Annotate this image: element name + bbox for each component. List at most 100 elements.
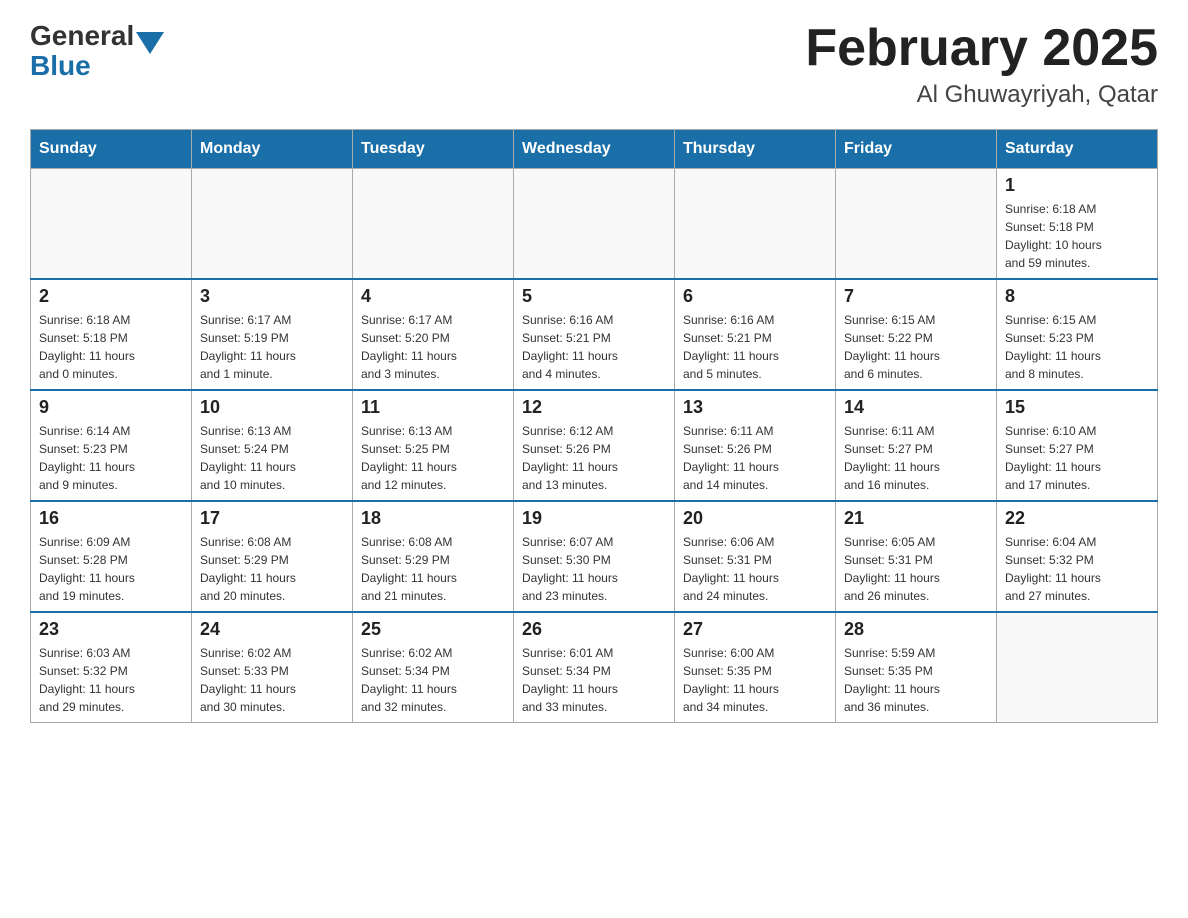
day-number: 15 [1005, 397, 1149, 418]
calendar-cell [997, 612, 1158, 723]
calendar-cell: 13 Sunrise: 6:11 AM Sunset: 5:26 PM Dayli… [675, 390, 836, 501]
calendar-cell: 17 Sunrise: 6:08 AM Sunset: 5:29 PM Dayli… [192, 501, 353, 612]
calendar-week-1: 1 Sunrise: 6:18 AM Sunset: 5:18 PM Daylig… [31, 169, 1158, 280]
calendar-cell [353, 169, 514, 280]
day-number: 1 [1005, 175, 1149, 196]
day-info: Sunrise: 6:05 AM Sunset: 5:31 PM Dayligh… [844, 533, 988, 605]
day-number: 27 [683, 619, 827, 640]
calendar-cell: 1 Sunrise: 6:18 AM Sunset: 5:18 PM Daylig… [997, 169, 1158, 280]
day-info: Sunrise: 6:08 AM Sunset: 5:29 PM Dayligh… [200, 533, 344, 605]
calendar-cell: 9 Sunrise: 6:14 AM Sunset: 5:23 PM Daylig… [31, 390, 192, 501]
day-number: 20 [683, 508, 827, 529]
day-number: 28 [844, 619, 988, 640]
calendar-cell [675, 169, 836, 280]
calendar-cell: 12 Sunrise: 6:12 AM Sunset: 5:26 PM Dayli… [514, 390, 675, 501]
day-number: 23 [39, 619, 183, 640]
calendar-cell: 5 Sunrise: 6:16 AM Sunset: 5:21 PM Daylig… [514, 279, 675, 390]
calendar-cell [31, 169, 192, 280]
day-number: 2 [39, 286, 183, 307]
day-number: 8 [1005, 286, 1149, 307]
day-number: 18 [361, 508, 505, 529]
calendar-header-row: Sunday Monday Tuesday Wednesday Thursday… [31, 130, 1158, 169]
day-info: Sunrise: 6:08 AM Sunset: 5:29 PM Dayligh… [361, 533, 505, 605]
calendar-cell: 23 Sunrise: 6:03 AM Sunset: 5:32 PM Dayli… [31, 612, 192, 723]
day-number: 4 [361, 286, 505, 307]
day-info: Sunrise: 6:11 AM Sunset: 5:27 PM Dayligh… [844, 422, 988, 494]
calendar-cell: 24 Sunrise: 6:02 AM Sunset: 5:33 PM Dayli… [192, 612, 353, 723]
calendar-cell: 2 Sunrise: 6:18 AM Sunset: 5:18 PM Daylig… [31, 279, 192, 390]
header-friday: Friday [836, 130, 997, 169]
day-number: 13 [683, 397, 827, 418]
day-number: 14 [844, 397, 988, 418]
header-tuesday: Tuesday [353, 130, 514, 169]
day-info: Sunrise: 6:16 AM Sunset: 5:21 PM Dayligh… [522, 311, 666, 383]
day-info: Sunrise: 6:15 AM Sunset: 5:23 PM Dayligh… [1005, 311, 1149, 383]
day-number: 10 [200, 397, 344, 418]
day-info: Sunrise: 6:07 AM Sunset: 5:30 PM Dayligh… [522, 533, 666, 605]
day-number: 12 [522, 397, 666, 418]
logo-general-text: General [30, 20, 134, 52]
day-number: 17 [200, 508, 344, 529]
logo-blue-text: Blue [30, 50, 164, 82]
calendar-week-3: 9 Sunrise: 6:14 AM Sunset: 5:23 PM Daylig… [31, 390, 1158, 501]
calendar-table: Sunday Monday Tuesday Wednesday Thursday… [30, 129, 1158, 723]
calendar-cell: 7 Sunrise: 6:15 AM Sunset: 5:22 PM Daylig… [836, 279, 997, 390]
calendar-week-4: 16Sunrise: 6:09 AM Sunset: 5:28 PM Dayli… [31, 501, 1158, 612]
calendar-cell: 26 Sunrise: 6:01 AM Sunset: 5:34 PM Dayli… [514, 612, 675, 723]
day-info: Sunrise: 6:12 AM Sunset: 5:26 PM Dayligh… [522, 422, 666, 494]
day-number: 26 [522, 619, 666, 640]
calendar-cell [192, 169, 353, 280]
day-info: Sunrise: 6:02 AM Sunset: 5:33 PM Dayligh… [200, 644, 344, 716]
calendar-cell: 4Sunrise: 6:17 AM Sunset: 5:20 PM Daylig… [353, 279, 514, 390]
header-saturday: Saturday [997, 130, 1158, 169]
day-number: 25 [361, 619, 505, 640]
calendar-week-5: 23 Sunrise: 6:03 AM Sunset: 5:32 PM Dayli… [31, 612, 1158, 723]
day-info: Sunrise: 6:16 AM Sunset: 5:21 PM Dayligh… [683, 311, 827, 383]
day-info: Sunrise: 6:18 AM Sunset: 5:18 PM Dayligh… [39, 311, 183, 383]
day-info: Sunrise: 6:03 AM Sunset: 5:32 PM Dayligh… [39, 644, 183, 716]
calendar-subtitle: Al Ghuwayriyah, Qatar [805, 81, 1158, 109]
day-number: 7 [844, 286, 988, 307]
calendar-cell: 25 Sunrise: 6:02 AM Sunset: 5:34 PM Dayli… [353, 612, 514, 723]
day-info: Sunrise: 6:02 AM Sunset: 5:34 PM Dayligh… [361, 644, 505, 716]
calendar-cell [514, 169, 675, 280]
day-number: 24 [200, 619, 344, 640]
calendar-cell: 22Sunrise: 6:04 AM Sunset: 5:32 PM Dayli… [997, 501, 1158, 612]
calendar-cell: 20Sunrise: 6:06 AM Sunset: 5:31 PM Dayli… [675, 501, 836, 612]
day-number: 21 [844, 508, 988, 529]
calendar-cell: 11 Sunrise: 6:13 AM Sunset: 5:25 PM Dayli… [353, 390, 514, 501]
day-info: Sunrise: 6:04 AM Sunset: 5:32 PM Dayligh… [1005, 533, 1149, 605]
calendar-cell: 16Sunrise: 6:09 AM Sunset: 5:28 PM Dayli… [31, 501, 192, 612]
day-number: 9 [39, 397, 183, 418]
day-number: 19 [522, 508, 666, 529]
day-number: 6 [683, 286, 827, 307]
calendar-cell: 21 Sunrise: 6:05 AM Sunset: 5:31 PM Dayli… [836, 501, 997, 612]
logo: General Blue [30, 20, 164, 82]
day-number: 3 [200, 286, 344, 307]
day-info: Sunrise: 6:01 AM Sunset: 5:34 PM Dayligh… [522, 644, 666, 716]
page-header: General Blue February 2025 Al Ghuwayriya… [30, 20, 1158, 109]
day-info: Sunrise: 6:11 AM Sunset: 5:26 PM Dayligh… [683, 422, 827, 494]
calendar-cell: 10Sunrise: 6:13 AM Sunset: 5:24 PM Dayli… [192, 390, 353, 501]
calendar-cell: 27 Sunrise: 6:00 AM Sunset: 5:35 PM Dayli… [675, 612, 836, 723]
header-monday: Monday [192, 130, 353, 169]
calendar-cell: 28 Sunrise: 5:59 AM Sunset: 5:35 PM Dayli… [836, 612, 997, 723]
day-info: Sunrise: 6:13 AM Sunset: 5:25 PM Dayligh… [361, 422, 505, 494]
day-number: 5 [522, 286, 666, 307]
day-info: Sunrise: 6:15 AM Sunset: 5:22 PM Dayligh… [844, 311, 988, 383]
day-info: Sunrise: 5:59 AM Sunset: 5:35 PM Dayligh… [844, 644, 988, 716]
calendar-cell: 8 Sunrise: 6:15 AM Sunset: 5:23 PM Daylig… [997, 279, 1158, 390]
day-info: Sunrise: 6:14 AM Sunset: 5:23 PM Dayligh… [39, 422, 183, 494]
calendar-week-2: 2 Sunrise: 6:18 AM Sunset: 5:18 PM Daylig… [31, 279, 1158, 390]
calendar-cell: 14 Sunrise: 6:11 AM Sunset: 5:27 PM Dayli… [836, 390, 997, 501]
calendar-title: February 2025 [805, 20, 1158, 77]
day-number: 11 [361, 397, 505, 418]
day-info: Sunrise: 6:00 AM Sunset: 5:35 PM Dayligh… [683, 644, 827, 716]
calendar-cell: 15 Sunrise: 6:10 AM Sunset: 5:27 PM Dayli… [997, 390, 1158, 501]
day-info: Sunrise: 6:18 AM Sunset: 5:18 PM Dayligh… [1005, 200, 1149, 272]
day-info: Sunrise: 6:10 AM Sunset: 5:27 PM Dayligh… [1005, 422, 1149, 494]
day-number: 16 [39, 508, 183, 529]
calendar-cell: 19 Sunrise: 6:07 AM Sunset: 5:30 PM Dayli… [514, 501, 675, 612]
calendar-title-block: February 2025 Al Ghuwayriyah, Qatar [805, 20, 1158, 109]
header-sunday: Sunday [31, 130, 192, 169]
